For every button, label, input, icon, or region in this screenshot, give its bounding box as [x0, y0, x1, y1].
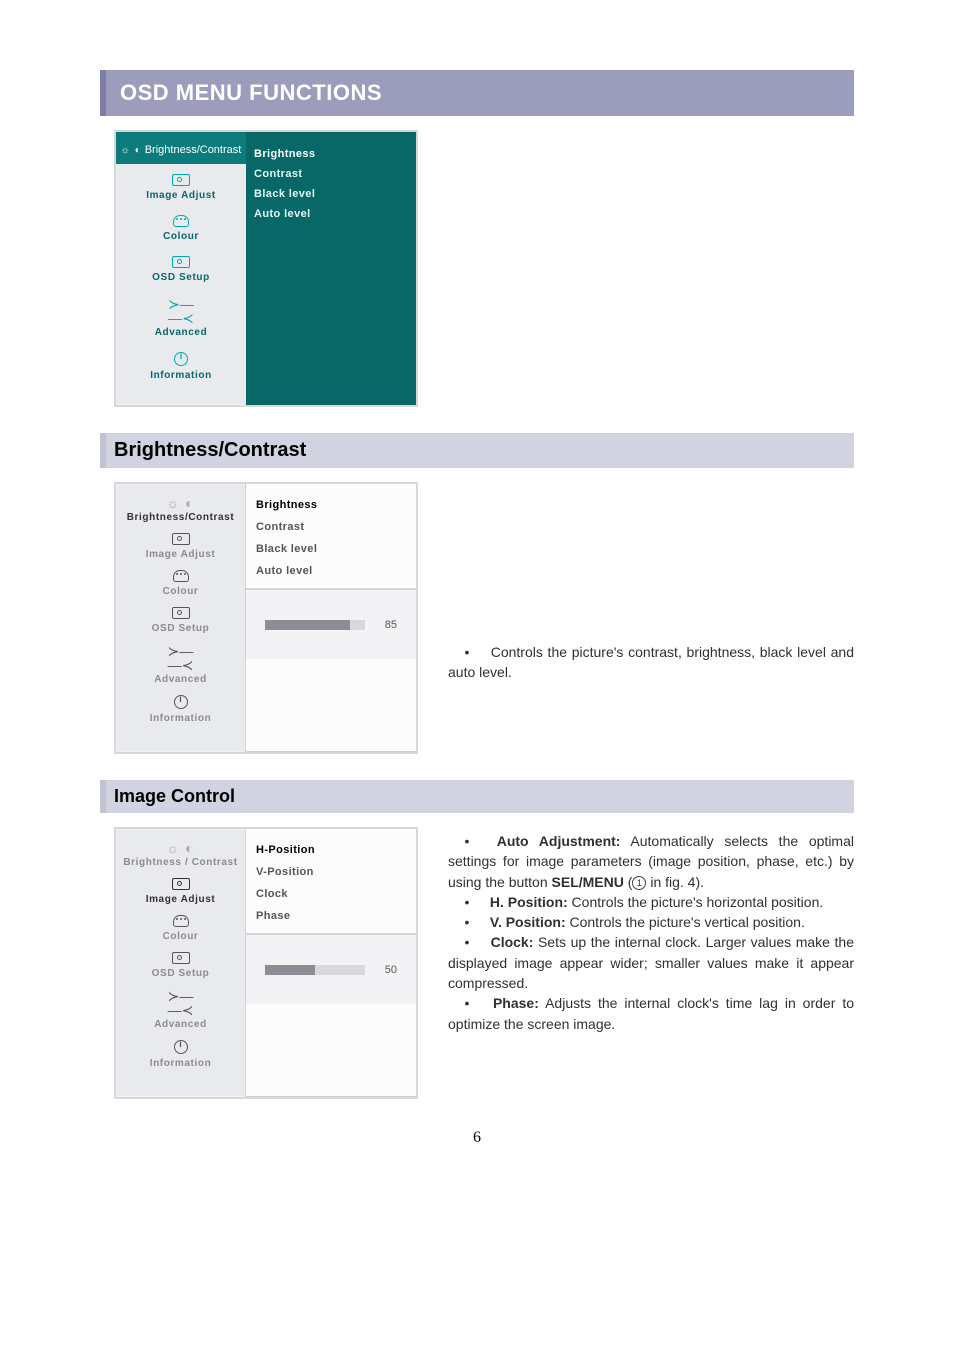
- advanced-icon: ≻——≺: [168, 644, 194, 672]
- osd-panel-brightness: ☼ ◐ Brightness/Contrast Image Adjust Col…: [114, 482, 418, 754]
- brightness-contrast-icon: ☼ ◐: [166, 496, 194, 510]
- osd-left-column: ☼ ◐ Brightness / Contrast Image Adjust C…: [116, 829, 246, 1097]
- osd-setup-icon: [172, 607, 190, 621]
- brightness-slider[interactable]: [265, 620, 365, 630]
- sub-item-brightness[interactable]: Brightness: [254, 494, 408, 516]
- menu-item-advanced[interactable]: ≻——≺ Advanced: [120, 297, 242, 338]
- row-brightness-contrast: ☼ ◐ Brightness/Contrast Image Adjust Col…: [100, 482, 854, 754]
- row-image-control: ☼ ◐ Brightness / Contrast Image Adjust C…: [100, 827, 854, 1099]
- advanced-icon: ≻——≺: [168, 297, 194, 325]
- sub-item-auto-level[interactable]: Auto level: [254, 204, 406, 224]
- desc-bullet-phase: Phase: Adjusts the internal clock's time…: [448, 993, 854, 1034]
- section-heading-text: Brightness/Contrast: [114, 439, 306, 461]
- brightness-contrast-icon: ☼ ◐: [121, 145, 142, 156]
- page-title: OSD MENU FUNCTIONS: [120, 80, 840, 106]
- sub-item-black-level[interactable]: Black level: [254, 538, 408, 560]
- sub-item-phase[interactable]: Phase: [254, 905, 408, 927]
- osd-left-column: ☼ ◐ Brightness/Contrast Image Adjust Col…: [116, 132, 246, 405]
- sub-item-v-position[interactable]: V-Position: [254, 861, 408, 883]
- desc-bullet-hpos: H. Position: Controls the picture's hori…: [448, 892, 854, 912]
- desc-bullet-vpos: V. Position: Controls the picture's vert…: [448, 912, 854, 932]
- osd-setup-icon: [172, 256, 190, 270]
- slider-area: 85: [246, 589, 416, 659]
- section-heading-image-control: Image Control: [100, 780, 854, 813]
- menu-item-advanced[interactable]: ≻——≺ Advanced: [122, 989, 239, 1030]
- brightness-contrast-icon: ☼ ◐: [166, 841, 194, 855]
- osd-setup-icon: [172, 952, 190, 966]
- menu-item-osd-setup[interactable]: OSD Setup: [122, 607, 239, 634]
- image-adjust-icon: [172, 533, 190, 547]
- menu-item-information[interactable]: Information: [122, 695, 239, 724]
- menu-item-information[interactable]: Information: [122, 1040, 239, 1069]
- colour-icon: [173, 915, 189, 929]
- brightness-description: Controls the picture's contrast, brightn…: [448, 482, 854, 683]
- image-adjust-icon: [172, 174, 190, 188]
- menu-item-image-adjust[interactable]: Image Adjust: [122, 533, 239, 560]
- advanced-icon: ≻——≺: [168, 989, 194, 1017]
- page-number: 6: [100, 1129, 854, 1147]
- osd-panel-overview: ☼ ◐ Brightness/Contrast Image Adjust Col…: [114, 130, 418, 407]
- sub-item-h-position[interactable]: H-Position: [254, 839, 408, 861]
- colour-icon: [173, 570, 189, 584]
- sub-item-contrast[interactable]: Contrast: [254, 516, 408, 538]
- desc-bullet-clock: Clock: Sets up the internal clock. Large…: [448, 932, 854, 993]
- menu-item-osd-setup[interactable]: OSD Setup: [120, 256, 242, 283]
- osd-right-column: H-Position V-Position Clock Phase 50: [246, 829, 416, 1097]
- osd-right-column: Brightness Contrast Black level Auto lev…: [246, 484, 416, 752]
- brightness-value: 85: [375, 619, 397, 631]
- colour-icon: [173, 215, 189, 229]
- menu-item-brightness-contrast[interactable]: ☼ ◐ Brightness/Contrast: [116, 132, 246, 164]
- page-title-bar: OSD MENU FUNCTIONS: [100, 70, 854, 116]
- information-icon: [174, 695, 188, 711]
- h-position-slider[interactable]: [265, 965, 365, 975]
- osd-panel-image-control: ☼ ◐ Brightness / Contrast Image Adjust C…: [114, 827, 418, 1099]
- sub-item-black-level[interactable]: Black level: [254, 184, 406, 204]
- sub-item-contrast[interactable]: Contrast: [254, 164, 406, 184]
- image-control-description: Auto Adjustment: Automatically selects t…: [448, 827, 854, 1034]
- menu-item-image-adjust[interactable]: Image Adjust: [120, 174, 242, 201]
- menu-item-image-adjust[interactable]: Image Adjust: [122, 878, 239, 905]
- desc-bullet: Controls the picture's contrast, brightn…: [448, 642, 854, 683]
- menu-item-colour[interactable]: Colour: [120, 215, 242, 242]
- osd-right-column: Brightness Contrast Black level Auto lev…: [246, 132, 416, 405]
- menu-item-colour[interactable]: Colour: [122, 915, 239, 942]
- menu-item-brightness-contrast[interactable]: ☼ ◐ Brightness / Contrast: [122, 841, 239, 868]
- section-heading-text: Image Control: [114, 786, 235, 806]
- menu-item-osd-setup[interactable]: OSD Setup: [122, 952, 239, 979]
- slider-area: 50: [246, 934, 416, 1004]
- menu-item-colour[interactable]: Colour: [122, 570, 239, 597]
- section-heading-brightness-contrast: Brightness/Contrast: [100, 433, 854, 468]
- osd-left-column: ☼ ◐ Brightness/Contrast Image Adjust Col…: [116, 484, 246, 752]
- image-adjust-icon: [172, 878, 190, 892]
- sub-item-auto-level[interactable]: Auto level: [254, 560, 408, 582]
- reference-circle-1: 1: [632, 876, 646, 890]
- information-icon: [174, 1040, 188, 1056]
- sub-item-clock[interactable]: Clock: [254, 883, 408, 905]
- page: OSD MENU FUNCTIONS ☼ ◐ Brightness/Contra…: [0, 0, 954, 1187]
- menu-item-brightness-contrast[interactable]: ☼ ◐ Brightness/Contrast: [122, 496, 239, 523]
- sub-item-brightness[interactable]: Brightness: [254, 144, 406, 164]
- desc-bullet-auto: Auto Adjustment: Automatically selects t…: [448, 831, 854, 892]
- slider-fill: [265, 965, 315, 975]
- menu-item-information[interactable]: Information: [120, 352, 242, 381]
- h-position-value: 50: [375, 964, 397, 976]
- slider-fill: [265, 620, 350, 630]
- menu-item-advanced[interactable]: ≻——≺ Advanced: [122, 644, 239, 685]
- information-icon: [174, 352, 188, 368]
